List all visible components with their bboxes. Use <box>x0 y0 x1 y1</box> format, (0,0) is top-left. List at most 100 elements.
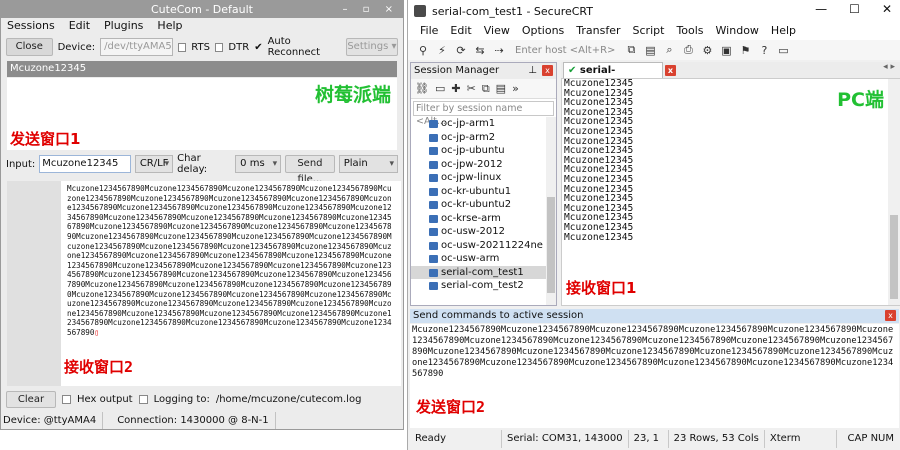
logging-checkbox[interactable] <box>138 394 148 404</box>
session-item[interactable]: oc-jpw-linux <box>411 171 547 185</box>
auto-reconnect-checkbox[interactable]: ✔ <box>254 42 262 53</box>
menu-tools[interactable]: Tools <box>676 22 703 40</box>
connect-icon[interactable]: ⚲ <box>416 44 430 57</box>
cut-icon[interactable]: ✂ <box>467 82 476 95</box>
session-item[interactable]: oc-kr-ubuntu2 <box>411 198 547 212</box>
send-history-area[interactable]: 树莓派端 发送窗口1 <box>7 78 397 150</box>
menu-window[interactable]: Window <box>716 22 759 40</box>
device-field[interactable]: /dev/ttyAMA5 <box>100 38 173 56</box>
status-serial: Serial: COM31, 143000 <box>502 430 629 448</box>
menu-edit[interactable]: Edit <box>69 18 90 34</box>
status-size: 23 Rows, 53 Cols <box>669 430 765 448</box>
print-icon[interactable]: ⎙ <box>681 43 695 57</box>
output-controls: Clear Hex output Logging to: /home/mcuzo… <box>6 390 398 408</box>
logging-label: Logging to: <box>153 393 210 405</box>
session-item[interactable]: oc-jp-arm2 <box>411 131 547 145</box>
terminal-output: Mcuzone12345 Mcuzone12345 Mcuzone12345 M… <box>564 79 633 242</box>
terminal-view[interactable]: Mcuzone12345 Mcuzone12345 Mcuzone12345 M… <box>561 78 900 306</box>
menu-options[interactable]: Options <box>522 22 564 40</box>
close-button[interactable]: Close <box>6 38 53 56</box>
session-filter-input[interactable]: Filter by session name <Alt... <box>413 101 554 127</box>
hex-output-checkbox[interactable] <box>62 394 71 404</box>
close-icon[interactable]: x <box>885 310 896 321</box>
close-icon[interactable]: x <box>665 65 676 76</box>
recv-area-label: 接收窗口1 <box>566 279 637 297</box>
menu-file[interactable]: File <box>420 22 438 40</box>
menu-sessions[interactable]: Sessions <box>7 18 55 34</box>
session-item[interactable]: oc-usw-2012 <box>411 225 547 239</box>
line-ending-select[interactable]: CR/LF <box>134 155 174 173</box>
folder-icon[interactable]: ▭ <box>435 82 445 95</box>
dtr-checkbox[interactable] <box>214 42 224 52</box>
scrollbar-thumb[interactable] <box>890 215 898 299</box>
settings-button[interactable]: Settings ▾ <box>345 38 398 56</box>
tab-nav-arrows[interactable]: ◂ ▸ <box>883 62 895 72</box>
menu-view[interactable]: View <box>484 22 510 40</box>
keymap-icon[interactable]: ⚑ <box>738 44 752 57</box>
session-item[interactable]: oc-usw-arm <box>411 252 547 266</box>
menu-transfer[interactable]: Transfer <box>576 22 620 40</box>
terminal-scrollbar[interactable] <box>888 79 900 305</box>
tab-serial-com-test1[interactable]: ✔ serial-com_test1 x <box>563 62 676 92</box>
session-manager-header: Session Manager ⊥ x <box>411 63 556 79</box>
securecrt-title-bar: serial-com_test1 - SecureCRT — ☐ ✕ <box>408 0 900 22</box>
paste-icon[interactable]: ▤ <box>496 82 506 95</box>
session-item[interactable]: serial-com_test2 <box>411 279 547 293</box>
menu-script[interactable]: Script <box>633 22 665 40</box>
receive-output-area[interactable]: Mcuzone1234567890Mcuzone1234567890Mcuzon… <box>61 181 401 386</box>
clear-button[interactable]: Clear <box>6 390 56 408</box>
monitor-icon[interactable]: ▭ <box>776 44 790 57</box>
close-icon[interactable]: x <box>542 65 553 76</box>
log-path[interactable]: /home/mcuzone/cutecom.log <box>216 394 362 405</box>
session-tab-bar: ✔ serial-com_test1 x ◂ ▸ <box>561 62 900 92</box>
menu-edit[interactable]: Edit <box>450 22 471 40</box>
paste-icon[interactable]: ▤ <box>643 44 657 57</box>
window-controls[interactable]: – ▫ × <box>342 1 399 18</box>
copy-icon[interactable]: ⧉ <box>624 43 638 57</box>
menu-plugins[interactable]: Plugins <box>104 18 143 34</box>
session-manager-title: Session Manager <box>414 65 500 76</box>
session-manager-toolbar: ⛓ ▭ ✚ ✂ ⧉ ▤ » <box>411 79 556 99</box>
add-icon[interactable]: ✚ <box>451 82 460 95</box>
session-item-selected[interactable]: serial-com_test1 <box>411 265 547 279</box>
gear-icon[interactable]: ⚙ <box>700 44 714 57</box>
char-delay-spinner[interactable]: 0 ms <box>235 155 282 173</box>
session-item[interactable]: oc-jpw-2012 <box>411 158 547 172</box>
session-list: oc-jp-arm1 oc-jp-arm2 oc-jp-ubuntu oc-jp… <box>411 117 547 305</box>
menu-help[interactable]: Help <box>771 22 796 40</box>
disconnect-icon[interactable]: ⇆ <box>473 44 487 57</box>
minimize-icon[interactable]: — <box>815 2 827 16</box>
link-icon[interactable]: ⛓ <box>415 82 429 95</box>
input-field[interactable]: Mcuzone12345 <box>39 155 131 173</box>
securecrt-window: serial-com_test1 - SecureCRT — ☐ ✕ File … <box>407 0 900 450</box>
status-cursor: 23, 1 <box>629 430 669 448</box>
session-manager-panel: Session Manager ⊥ x ⛓ ▭ ✚ ✂ ⧉ ▤ » Filter… <box>410 62 557 306</box>
session-item[interactable]: oc-krse-arm <box>411 212 547 226</box>
menu-help[interactable]: Help <box>157 18 182 34</box>
output-filter-bar[interactable]: Mcuzone12345 <box>7 61 397 77</box>
cutecom-status-bar: Device: @ttyAMA4 Connection: 1430000 @ 8… <box>1 412 403 429</box>
send-file-button[interactable]: Send file... <box>285 155 335 185</box>
rts-checkbox[interactable] <box>177 42 187 52</box>
session-item[interactable]: oc-usw-20211224ne <box>411 239 547 253</box>
session-list-scrollbar[interactable] <box>546 117 556 305</box>
quick-connect-icon[interactable]: ⚡ <box>435 44 449 57</box>
send-commands-input[interactable]: Mcuzone1234567890Mcuzone1234567890Mcuzon… <box>410 324 899 428</box>
session-item[interactable]: oc-jp-ubuntu <box>411 144 547 158</box>
connect-in-tab-icon[interactable]: ⇢ <box>492 44 506 57</box>
options-icon[interactable]: ▣ <box>719 44 733 57</box>
mode-select[interactable]: Plain <box>338 155 398 173</box>
scrollbar-thumb[interactable] <box>547 197 555 293</box>
close-icon[interactable]: ✕ <box>882 2 892 16</box>
more-icon[interactable]: » <box>512 82 519 95</box>
help-icon[interactable]: ? <box>757 44 771 57</box>
reconnect-icon[interactable]: ⟳ <box>454 44 468 57</box>
pin-icon[interactable]: ⊥ <box>528 63 537 79</box>
maximize-icon[interactable]: ☐ <box>849 2 860 16</box>
copy-icon[interactable]: ⧉ <box>482 82 490 96</box>
send-commands-header: Send commands to active session x <box>410 309 899 323</box>
session-item[interactable]: oc-jp-arm1 <box>411 117 547 131</box>
enter-host-field[interactable]: Enter host <Alt+R> <box>515 45 615 56</box>
find-icon[interactable]: ⌕ <box>662 43 676 57</box>
session-item[interactable]: oc-kr-ubuntu1 <box>411 185 547 199</box>
